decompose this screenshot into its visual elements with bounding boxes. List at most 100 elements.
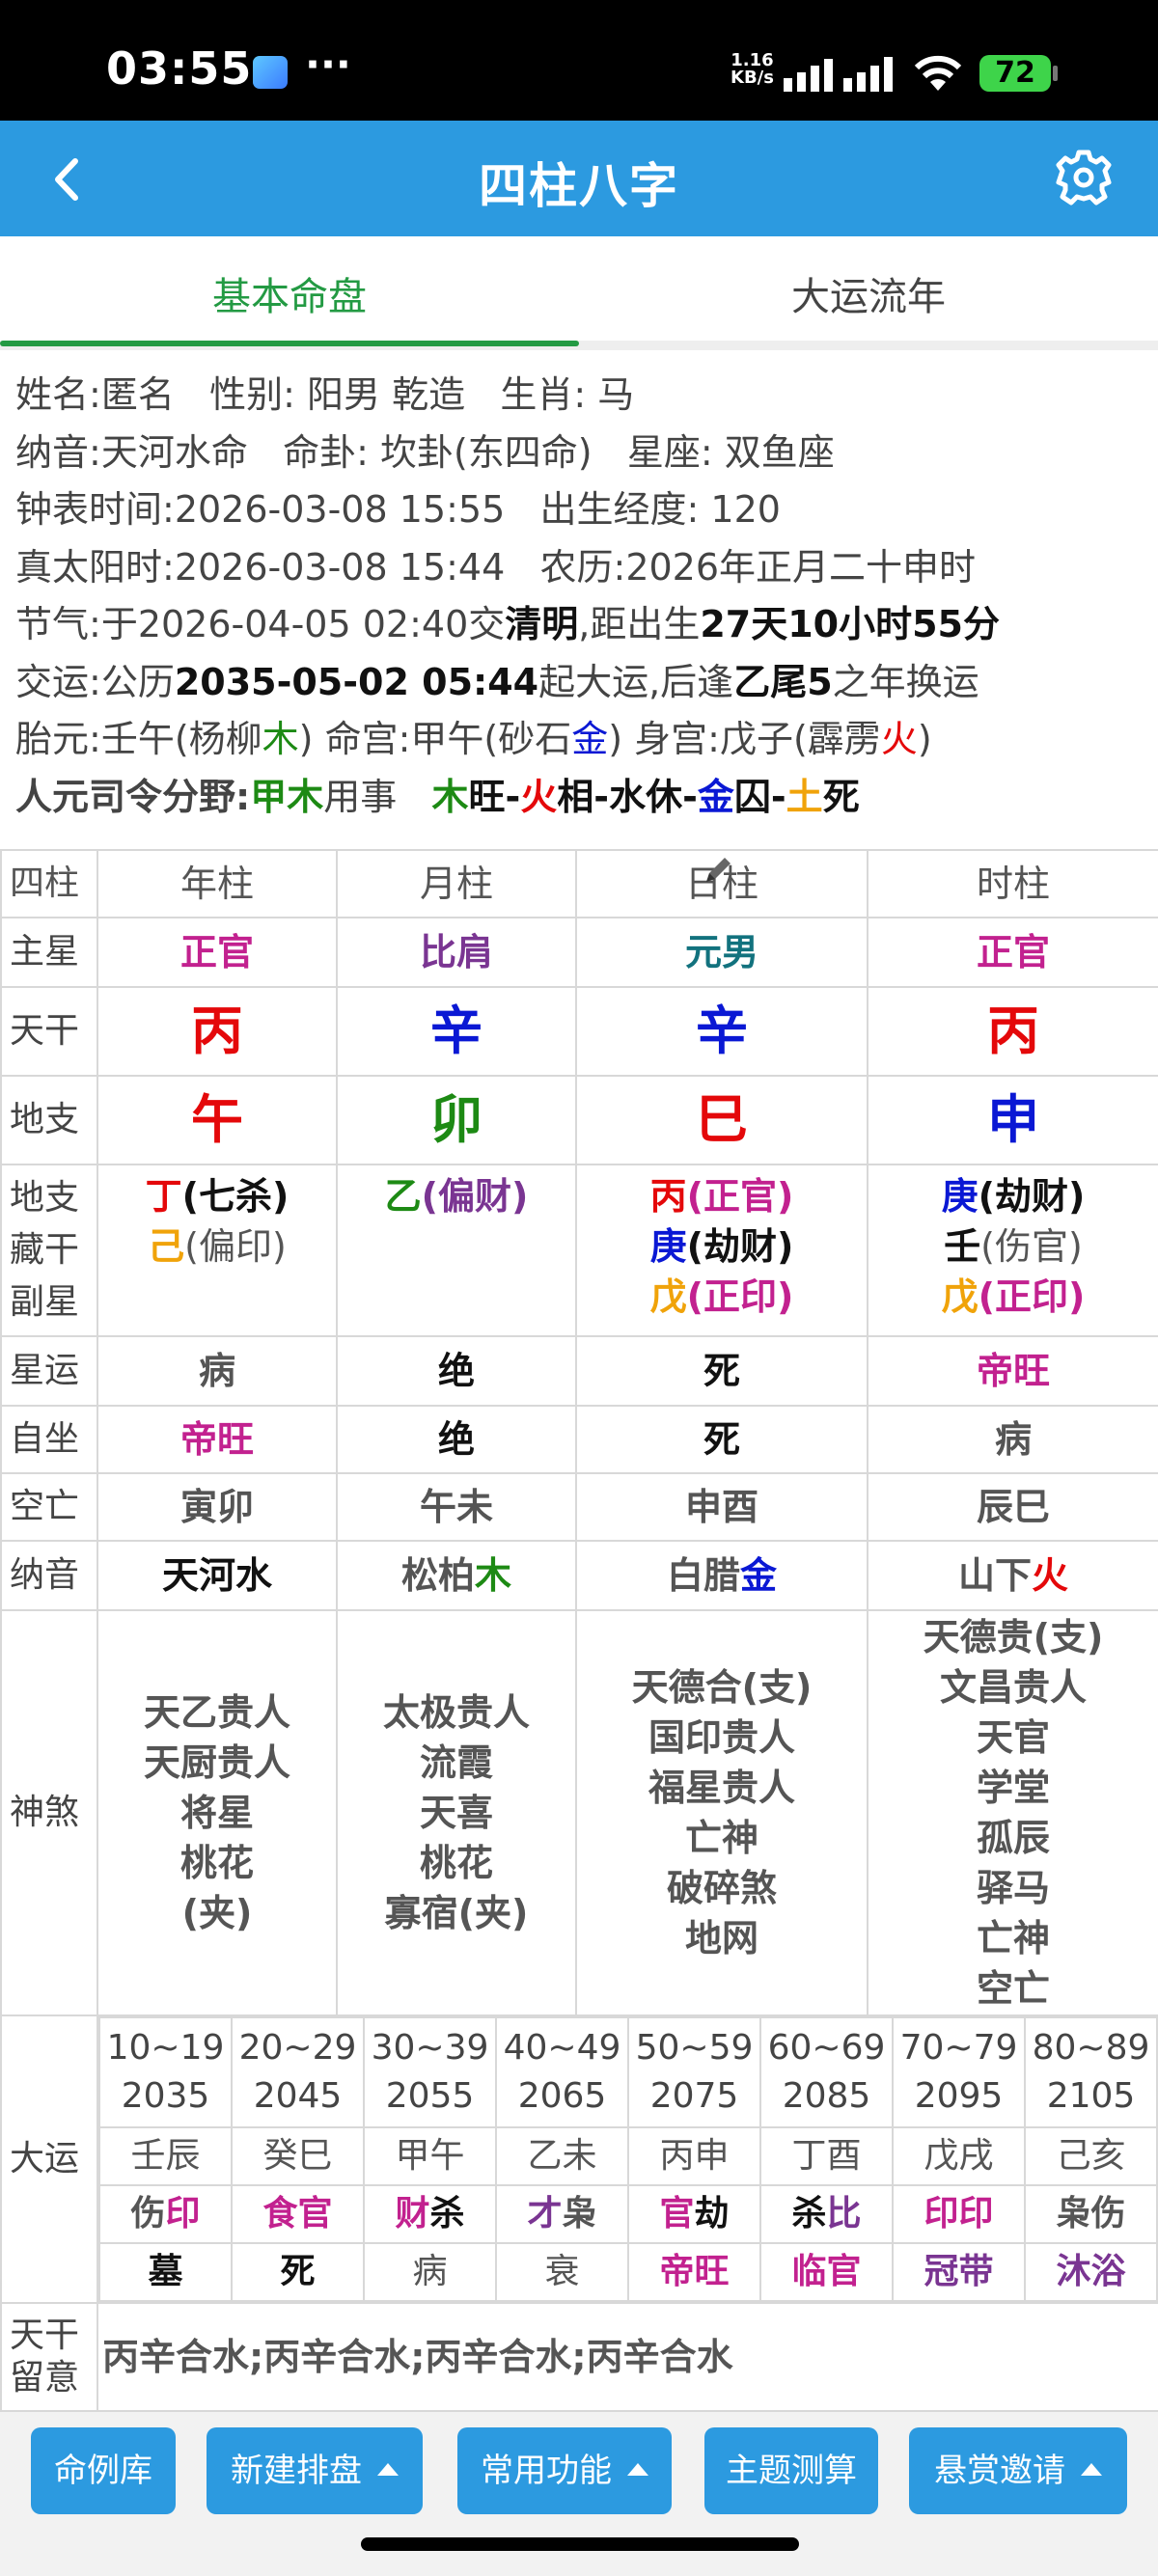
row-xingyun: 星运 病 绝 死 帝旺 bbox=[0, 1335, 1158, 1407]
nayin-hour-element: 火 bbox=[1032, 1554, 1069, 1597]
xingyun-hour: 帝旺 bbox=[976, 1350, 1050, 1392]
button-label: 悬赏邀请 bbox=[934, 2452, 1065, 2490]
shensha-item: 天乙贵人 bbox=[143, 1691, 290, 1734]
kongwang-day: 申酉 bbox=[684, 1486, 758, 1528]
minggong-element: 金 bbox=[571, 718, 609, 760]
info-line-renyuan: 人元司令分野:甲木用事 木旺-火相-水休-金囚-土死 bbox=[15, 769, 1154, 827]
canggan-star: 劫财 bbox=[703, 1225, 778, 1268]
dayun-cell[interactable]: 20~29 2045 bbox=[231, 2016, 365, 2128]
label-liuyi: 天干留意 bbox=[0, 2302, 98, 2412]
dayun-cell[interactable]: 80~89 2105 bbox=[1024, 2016, 1158, 2128]
dayun-ganzhi: 乙未 bbox=[527, 2136, 597, 2176]
app-bar: 四柱八字 bbox=[0, 121, 1158, 236]
dizhi-day: 巳 bbox=[575, 1075, 868, 1165]
dayun-cell[interactable]: 30~39 2055 bbox=[363, 2016, 497, 2128]
label-kongwang: 空亡 bbox=[0, 1472, 98, 1542]
info-line-nayin: 纳音:天河水命 命卦: 坎卦(东四命) 星座: 双鱼座 bbox=[15, 425, 1154, 482]
dayun-cell[interactable]: 70~79 2095 bbox=[892, 2016, 1026, 2128]
button-label: 常用功能 bbox=[481, 2452, 612, 2490]
new-chart-button[interactable]: 新建排盘 bbox=[207, 2427, 423, 2514]
shensha-item: 桃花 bbox=[179, 1842, 254, 1884]
row-zhuxing: 主星 正官 比肩 元男 正官 bbox=[0, 917, 1158, 988]
xingyun-day: 死 bbox=[703, 1350, 740, 1392]
jieqi-distance: 27天10小时55分 bbox=[700, 603, 1001, 645]
topic-reading-button[interactable]: 主题测算 bbox=[704, 2427, 878, 2514]
jiaoyun-date: 2035-05-02 05:44 bbox=[174, 660, 539, 703]
info-line-name: 姓名:匿名 性别: 阳男 乾造 生肖: 马 bbox=[15, 367, 1154, 425]
canggan-month: 乙(偏财) bbox=[336, 1164, 577, 1337]
canggan-gan: 丙 bbox=[649, 1175, 687, 1218]
dayun-age: 10~19 bbox=[106, 2028, 225, 2068]
wuxing-wood-state: 旺- bbox=[468, 775, 521, 818]
network-speed-unit: KB/s bbox=[731, 68, 774, 88]
tiangan-year: 丙 bbox=[96, 986, 338, 1077]
info-line-solar-time: 真太阳时:2026-03-08 15:44 农历:2026年正月二十申时 bbox=[15, 539, 1154, 597]
header-day-cell[interactable]: 日柱 bbox=[575, 849, 868, 918]
dayun-years-row: 10~19 2035 20~29 2045 30~39 2055 40~49 2065 … bbox=[98, 2016, 1158, 2128]
nayin-day-element: 金 bbox=[740, 1554, 778, 1597]
dayun-shishen-row: 伤印 食官 财杀 才枭 官劫 杀比 印印 枭伤 bbox=[98, 2184, 1158, 2244]
label-zhuxing: 主星 bbox=[0, 917, 98, 988]
label-longitude: 出生经度: bbox=[539, 488, 700, 531]
label-constellation: 星座: bbox=[626, 430, 713, 474]
canggan-gan: 庚 bbox=[649, 1225, 687, 1268]
bazi-table: 四柱 年柱 月柱 日柱 时柱 主星 正官 比肩 元男 正官 天干 丙 辛 辛 丙… bbox=[0, 849, 1158, 2412]
dayun-shishen-gan: 财 bbox=[395, 2194, 430, 2233]
dayun-shishen-zhi: 比 bbox=[826, 2194, 862, 2233]
minggong-text: 甲午(砂石 bbox=[410, 718, 572, 760]
liuyi-value: 丙辛合水;丙辛合水;丙辛合水;丙辛合水 bbox=[102, 2336, 733, 2378]
canggan-star: 七杀 bbox=[199, 1175, 273, 1218]
wuxing-metal: 金 bbox=[697, 775, 734, 818]
page-title: 四柱八字 bbox=[479, 158, 679, 214]
button-label: 主题测算 bbox=[726, 2452, 857, 2490]
pencil-icon[interactable] bbox=[701, 853, 735, 888]
canggan-day: 丙(正官) 庚(劫财) 戊(正印) bbox=[575, 1164, 868, 1337]
tab-dayun-liunian[interactable]: 大运流年 bbox=[579, 265, 1158, 321]
kongwang-hour: 辰巳 bbox=[976, 1486, 1050, 1528]
common-functions-button[interactable]: 常用功能 bbox=[457, 2427, 672, 2514]
dayun-cell[interactable]: 50~59 2075 bbox=[627, 2016, 761, 2128]
dayun-changsheng: 冠带 bbox=[924, 2252, 994, 2291]
canggan-star: 正印 bbox=[995, 1275, 1069, 1318]
dayun-shishen-gan: 才 bbox=[527, 2194, 563, 2233]
bounty-invite-button[interactable]: 悬赏邀请 bbox=[909, 2427, 1127, 2514]
nayin-day: 白腊 bbox=[666, 1554, 740, 1597]
dayun-age: 20~29 bbox=[238, 2028, 357, 2068]
settings-button[interactable] bbox=[1054, 148, 1114, 207]
value-minggua: 坎卦(东四命) bbox=[379, 430, 593, 474]
dayun-shishen-zhi: 伤 bbox=[1090, 2194, 1126, 2233]
dayun-cell[interactable]: 40~49 2065 bbox=[495, 2016, 629, 2128]
shensha-item: 空亡 bbox=[976, 1967, 1050, 2010]
shensha-item: 亡神 bbox=[684, 1817, 758, 1859]
label-clock-time: 钟表时间: bbox=[15, 488, 175, 531]
shensha-day: 天德合(支) 国印贵人 福星贵人 亡神 破碎煞 地网 bbox=[575, 1609, 868, 2016]
dayun-cell[interactable]: 10~19 2035 bbox=[98, 2016, 233, 2128]
dayun-age: 70~79 bbox=[899, 2028, 1018, 2068]
home-indicator[interactable] bbox=[361, 2537, 799, 2551]
tiangan-hour: 丙 bbox=[867, 986, 1158, 1077]
value-constellation: 双鱼座 bbox=[724, 430, 835, 474]
label-zodiac: 生肖: bbox=[500, 373, 587, 416]
dayun-year: 2105 bbox=[1046, 2076, 1136, 2116]
value-solar-time: 2026-03-08 15:44 bbox=[174, 545, 506, 589]
nayin-year: 天河 bbox=[161, 1554, 235, 1597]
canggan-star: 偏印 bbox=[199, 1225, 273, 1268]
dayun-changsheng: 病 bbox=[412, 2252, 448, 2291]
dayun-changsheng: 死 bbox=[280, 2252, 316, 2291]
tab-basic-chart[interactable]: 基本命盘 bbox=[0, 265, 579, 321]
dayun-year: 2035 bbox=[121, 2076, 210, 2116]
dayun-age: 40~49 bbox=[503, 2028, 621, 2068]
kongwang-month: 午未 bbox=[419, 1486, 493, 1528]
shensha-item: 桃花 bbox=[419, 1842, 493, 1884]
header-year: 年柱 bbox=[96, 849, 338, 918]
label-solar-time: 真太阳时: bbox=[15, 545, 175, 589]
dizhi-hour: 申 bbox=[867, 1075, 1158, 1165]
case-library-button[interactable]: 命例库 bbox=[31, 2427, 176, 2514]
dizhi-year: 午 bbox=[96, 1075, 338, 1165]
nayin-hour: 山下 bbox=[957, 1554, 1032, 1597]
xingyun-year: 病 bbox=[198, 1350, 235, 1392]
dayun-cell[interactable]: 60~69 2085 bbox=[759, 2016, 894, 2128]
label-minggua: 命卦: bbox=[283, 430, 369, 474]
label-xingyun: 星运 bbox=[0, 1335, 98, 1407]
jieqi-name: 清明 bbox=[505, 603, 579, 645]
